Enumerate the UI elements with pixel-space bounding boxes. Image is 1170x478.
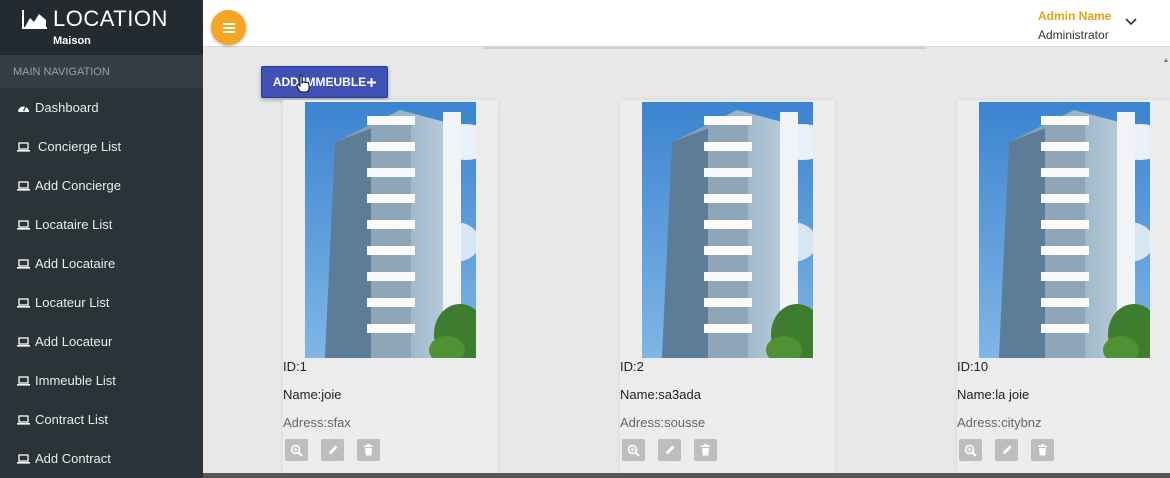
card-id: ID:2 [620, 359, 644, 374]
sidebar-item-label: Contract List [35, 412, 108, 427]
sidebar-item-label: Add Contract [35, 451, 111, 466]
horizontal-divider [483, 47, 926, 49]
sidebar-item-locateur-list[interactable]: Locateur List [0, 283, 203, 322]
immeuble-card: ID:10 Name:la joie Adress:citybnz [957, 100, 1170, 478]
hand-cursor-icon [296, 75, 310, 93]
trash-icon [1038, 444, 1047, 456]
delete-button[interactable] [694, 439, 717, 461]
building-photo [642, 102, 813, 358]
card-actions [285, 439, 380, 461]
hamburger-icon [222, 22, 235, 33]
building-photo [979, 102, 1150, 358]
laptop-icon [17, 453, 30, 464]
edit-button[interactable] [995, 439, 1018, 461]
horizontal-scrollbar[interactable] [203, 473, 1170, 478]
view-button[interactable] [959, 439, 982, 461]
delete-button[interactable] [1031, 439, 1054, 461]
sidebar-item-contract-list[interactable]: Contract List [0, 400, 203, 439]
laptop-icon [17, 336, 30, 347]
sidebar-item-label: Dashboard [35, 100, 99, 115]
laptop-icon [17, 375, 30, 386]
laptop-icon [17, 258, 30, 269]
pencil-icon [328, 445, 337, 454]
zoom-in-icon [964, 444, 977, 457]
chevron-down-icon[interactable] [1125, 18, 1137, 26]
sidebar-item-label: Locateur List [35, 295, 110, 310]
brand[interactable]: LOCATION Maison [0, 0, 203, 55]
pencil-icon [665, 445, 674, 454]
card-name: Name:joie [283, 387, 342, 402]
sidebar-item-add-locataire[interactable]: Add Locataire [0, 244, 203, 283]
trash-icon [701, 444, 710, 456]
topbar: Admin Name Administrator [203, 0, 1170, 47]
user-role: Administrator [1038, 28, 1109, 42]
sidebar-item-label: Locataire List [35, 217, 113, 232]
sidebar-item-concierge-list[interactable]: Concierge List [0, 127, 203, 166]
sidebar-item-add-contract[interactable]: Add Contract [0, 439, 203, 478]
laptop-icon [17, 297, 30, 308]
card-address: Adress:sfax [283, 415, 351, 430]
brand-title: LOCATION [53, 6, 168, 31]
edit-button[interactable] [658, 439, 681, 461]
sidebar-item-add-locateur[interactable]: Add Locateur [0, 322, 203, 361]
edit-button[interactable] [321, 439, 344, 461]
brand-subtitle: Maison [53, 35, 91, 47]
immeuble-card: ID:2 Name:sa3ada Adress:sousse [620, 100, 835, 478]
nav-header: MAIN NAVIGATION [0, 55, 203, 88]
sidebar-item-dashboard[interactable]: Dashboard [0, 88, 203, 127]
sidebar-item-label: Add Locataire [35, 256, 116, 271]
delete-button[interactable] [357, 439, 380, 461]
add-immeuble-label: ADD IMMEUBLE [272, 75, 367, 89]
view-button[interactable] [285, 439, 308, 461]
laptop-icon [17, 414, 30, 425]
zoom-in-icon [290, 444, 303, 457]
sidebar-item-label: Add Concierge [35, 178, 121, 193]
scrollbar[interactable] [1162, 50, 1170, 473]
sidebar-item-label: Concierge List [38, 139, 122, 154]
card-name: Name:sa3ada [620, 387, 701, 402]
card-address: Adress:sousse [620, 415, 706, 430]
zoom-in-icon [627, 444, 640, 457]
sidebar: LOCATION Maison MAIN NAVIGATION Dashboar… [0, 0, 203, 478]
plus-icon [367, 77, 377, 87]
user-name[interactable]: Admin Name [1038, 9, 1111, 23]
immeuble-card: ID:1 Name:joie Adress:sfax [283, 100, 498, 478]
view-button[interactable] [622, 439, 645, 461]
laptop-icon [17, 141, 30, 152]
pencil-icon [1002, 445, 1011, 454]
trash-icon [364, 444, 373, 456]
sidebar-item-locataire-list[interactable]: Locataire List [0, 205, 203, 244]
card-actions [959, 439, 1054, 461]
card-actions [622, 439, 717, 461]
sidebar-item-immeuble-list[interactable]: Immeuble List [0, 361, 203, 400]
laptop-icon [17, 219, 30, 230]
area-chart-icon [22, 10, 47, 29]
card-name: Name:la joie [957, 387, 1030, 402]
sidebar-item-add-concierge[interactable]: Add Concierge [0, 166, 203, 205]
building-photo [305, 102, 476, 358]
card-id: ID:10 [957, 359, 989, 374]
sidebar-item-label: Immeuble List [35, 373, 116, 388]
card-id: ID:1 [283, 359, 307, 374]
add-immeuble-button[interactable]: ADD IMMEUBLE [261, 66, 388, 98]
dashboard-icon [18, 105, 29, 112]
laptop-icon [17, 180, 30, 191]
card-address: Adress:citybnz [957, 415, 1042, 430]
menu-toggle-button[interactable] [211, 10, 246, 45]
sidebar-item-label: Add Locateur [35, 334, 113, 349]
